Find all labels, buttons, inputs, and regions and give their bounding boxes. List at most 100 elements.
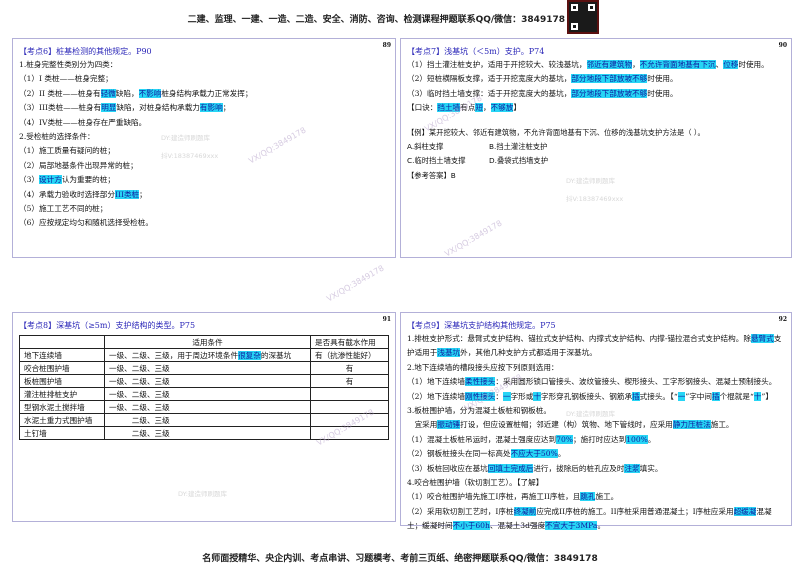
table-row: 水泥土重力式围护墙 二级、三级 [19,413,389,427]
highlighted-keyword: 不够放 [490,103,514,113]
slide-89: 89 【考点6】桩基检测的其他规定。P90 1.桩身完整性类别分为四类： （1）I… [12,38,396,304]
highlighted-keyword: 设计方 [39,175,62,185]
highlighted-keyword: 插 [711,391,720,401]
text-segment: （2）局部地基条件出现异常的桩； [19,160,138,170]
highlighted-keyword: III类桩 [114,189,140,199]
page-number: 89 [382,42,391,49]
support-type: 型钢水泥土搅拌墙 [19,400,105,414]
page-number: 92 [778,316,787,323]
text-segment: 一级、二级、三级 [109,376,170,386]
highlighted-keyword: 插 [632,391,640,401]
text-line: （1）混凝土板桩吊运时，混凝土强度应达到70%；施打时应达到100%。 [407,433,785,447]
text-segment: （1）地下连续墙 [407,377,465,387]
text-segment: （5）施工工艺不同的桩； [19,204,108,214]
water-cutoff: 有 [310,374,389,388]
text-segment: 时使用。 [647,88,678,98]
text-segment: ， [482,103,491,113]
watermark: VX/QQ:3849178 [325,263,386,304]
text-segment: （2）地下连续墙 [407,391,465,401]
text-segment: （4）IV类桩——桩身存在严重缺陷。 [19,117,147,127]
option-a: A.斜柱支撑 [407,142,444,152]
text-line: （1）I 类桩——桩身完整； [19,72,389,86]
text-segment: （1）施工质量有疑问的桩； [19,146,115,156]
text-segment: 。 [557,449,566,459]
highlighted-keyword: 不应大于50% [510,449,558,459]
text-segment: ， [632,60,640,69]
text-segment: ”字中间 [685,391,712,401]
text-segment: （1）咬合桩围护墙先施工I序桩，再施工II序桩，且 [407,492,581,502]
slide-91: 91 【考点8】深基坑（≥5m）支护结构的类型。P75 适用条件 是否具有截水作… [12,312,396,522]
highlighted-keyword: 明显 [101,103,117,113]
text-segment: （3）板桩回收应在基坑 [407,463,488,473]
table-header: 适用条件 [104,335,311,349]
text-segment: ；施打时应达到 [573,434,627,444]
text-segment: （4）承载力验收时选择部分 [19,189,115,199]
text-line: （4）承载力验收时选择部分III类桩； [19,188,389,202]
text-segment: 字形穿孔钢板接头、钢筋承 [540,391,633,401]
text-segment: （3）临时挡土墙支撑：适于开挖宽度大的基坑， [407,88,572,98]
highlighted-keyword: 终凝前 [513,506,537,516]
text-line: （1）咬合桩围护墙先施工I序桩，再施工II序桩，且跳孔施工。 [407,490,785,504]
qr-code [567,0,599,34]
text-line: （1）挡土灌注桩支护，适用于开挖较大、较浅基坑，邻近有建筑物，不允许背面地基有下… [407,58,785,72]
text-segment: （1）混凝土板桩吊运时，混凝土强度应达到 [407,434,557,444]
text-segment: 3.板桩围护墙，分为混凝土板桩和钢板桩。 [407,406,551,416]
text-segment: 时使用。 [738,60,769,69]
watermark: 抖V:18387469xxx [566,195,624,203]
footer-banner: 名师面授精华、央企内训、考点串讲、习题模考、考前三页纸、绝密押题联系QQ/微信：… [202,554,598,564]
section-title: 【考点9】深基坑支护结构其他规定。P75 [407,321,556,330]
highlighted-keyword: 浅基坑 [437,348,461,358]
highlighted-keyword: 轻微 [100,88,116,98]
option-d: D.叠袋式挡墙支护 [489,156,549,166]
table-row: 咬合桩围护墙 一级、二级、三级 有 [19,361,389,375]
text-line: （3）板桩回收应在基坑回填土完成后进行，拔除后的桩孔应及时注浆填实。 [407,462,785,476]
text-segment: ：采用圆形锁口管接头、波纹管接头、楔形接头、工字形钢接头、混凝土预制接头。 [495,377,777,387]
support-types-table: 适用条件 是否具有截水作用 地下连续墙 一级、二级、三级，用于周边环境条件很复杂的… [19,335,389,440]
highlighted-keyword: 有影响 [199,103,223,113]
text-segment: ”】 [761,391,773,401]
slide-92: 92 【考点9】深基坑支护结构其他规定。P75 1.排桩支护形式：悬臂式支护结构… [400,312,792,531]
text-line: （3）设计方认为重要的桩； [19,173,389,187]
text-segment: 个棍就是“ [719,391,754,401]
text-segment: 一级、二级、三级，用于周边环境条件 [109,350,239,360]
text-segment: 二级、三级 [109,428,170,438]
text-segment: 一级、二级、三级 [109,363,170,373]
text-segment: 1.桩身完整性类别分为四类： [19,60,118,69]
text-segment: 填实。 [639,463,663,473]
water-cutoff: 有（抗渗性能好） [310,348,389,362]
highlighted-keyword: 部分地段下部放坡不够 [571,88,648,98]
text-line: 4.咬合桩围护墙（软切割工艺）。【了解】 [407,476,785,490]
text-segment: （3） [19,175,40,185]
text-line: （2）地下连续墙刚性接头：一字形或十字形穿孔钢板接头、钢筋承插式接头。【“一”字… [407,390,785,404]
text-segment: 缺陷， [115,88,139,98]
table-row: 型钢水泥土搅拌墙 一级、二级、三级 [19,400,389,414]
support-type: 灌注桩排桩支护 [19,387,105,401]
watermark: DY:建造师刷题库 [161,134,210,142]
text-segment: （3）III类桩——桩身有 [19,103,102,113]
text-segment: 二级、三级 [109,415,170,425]
applicable-condition: 一级、二级、三级，用于周边环境条件很复杂的深基坑 [104,348,311,362]
watermark: DY:建造师刷题库 [566,177,615,185]
text-line: 1.排桩支护形式：悬臂式支护结构、锚拉式支护结构、内撑式支护结构、内撑-锚拉混合… [407,332,785,361]
content: 1.排桩支护形式：悬臂式支护结构、锚拉式支护结构、内撑式支护结构、内撑-锚拉混合… [407,332,785,534]
text-segment: 、混凝土3d强度 [489,521,546,531]
text-segment: 2.地下连续墙的槽段接头应按下列原则选用： [407,362,559,372]
text-segment: 一级、二级、三级 [109,389,170,399]
highlighted-keyword: 很复杂 [238,350,261,360]
text-segment: （1）I 类桩——桩身完整； [19,74,113,84]
applicable-condition: 一级、二级、三级 [104,361,311,375]
text-segment: 式接头。【“ [639,391,678,401]
text-segment: 。 [597,521,606,531]
highlighted-keyword: 回填土完成后 [487,463,534,473]
table-header: 是否具有截水作用 [310,335,389,349]
text-segment: 。 [647,434,656,444]
highlighted-keyword: 跳孔 [580,492,596,502]
water-cutoff [310,387,389,401]
text-segment: 应完成II序桩的施工。II序桩采用普通混凝土；I序桩应采用 [536,506,734,516]
highlighted-keyword: 不影响 [138,88,162,98]
text-line: （6）应按规定均匀和随机选择受检桩。 [19,216,389,230]
highlighted-keyword: 悬臂式 [750,334,774,343]
highlighted-keyword: 不宜大于3MPa [545,521,598,531]
text-segment: 进行，拔除后的桩孔应及时 [533,463,625,473]
support-type: 水泥土重力式围护墙 [19,413,105,427]
